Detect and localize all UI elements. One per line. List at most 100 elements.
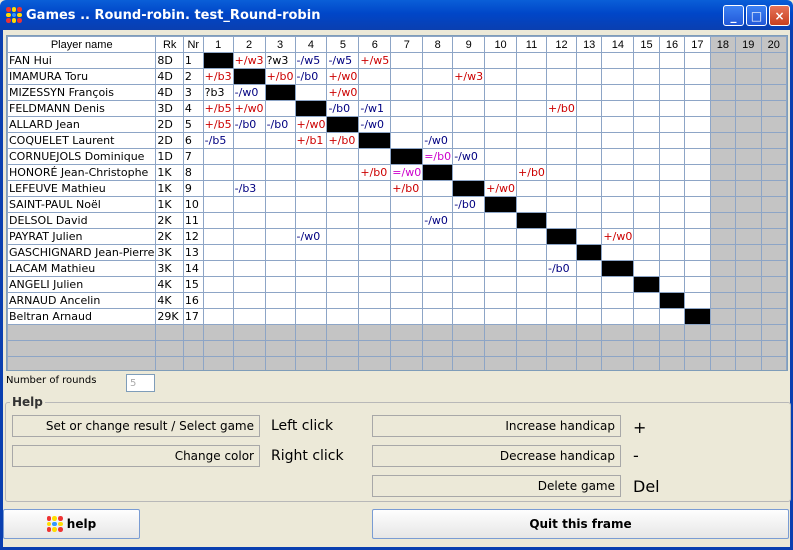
result-cell[interactable]: [546, 244, 577, 261]
player-name-cell[interactable]: FAN Hui: [7, 52, 157, 69]
result-cell[interactable]: [294, 196, 328, 213]
result-cell[interactable]: [633, 148, 660, 165]
player-number-cell[interactable]: 15: [182, 276, 204, 293]
result-cell[interactable]: [484, 132, 518, 149]
result-cell[interactable]: +/b3: [202, 68, 234, 85]
result-cell[interactable]: [633, 260, 660, 277]
help-button[interactable]: help: [3, 509, 140, 539]
player-number-cell[interactable]: 17: [182, 308, 204, 325]
player-number-cell[interactable]: 4: [182, 100, 204, 117]
player-rank-cell[interactable]: 3K: [155, 244, 184, 261]
result-cell[interactable]: [422, 228, 454, 245]
player-row[interactable]: GASCHIGNARD Jean-Pierre 3K 13: [7, 244, 787, 261]
result-cell[interactable]: [326, 292, 360, 309]
result-cell[interactable]: [575, 52, 603, 69]
result-cell[interactable]: [575, 196, 603, 213]
result-cell[interactable]: [326, 308, 360, 325]
result-cell[interactable]: [601, 292, 635, 309]
result-cell[interactable]: [264, 276, 296, 293]
player-number-cell[interactable]: 14: [182, 260, 204, 277]
result-cell[interactable]: [422, 308, 454, 325]
result-cell[interactable]: -/b5: [202, 132, 234, 149]
result-cell[interactable]: [633, 180, 660, 197]
result-cell[interactable]: [575, 164, 603, 181]
result-cell[interactable]: [326, 244, 360, 261]
result-cell[interactable]: [575, 180, 603, 197]
player-row[interactable]: HONORÉ Jean-Christophe 1K 8 +/b0 =/w0 +/b0: [7, 164, 787, 181]
result-cell[interactable]: [232, 276, 266, 293]
result-cell[interactable]: +/b0: [546, 100, 577, 117]
result-cell[interactable]: =/w0: [390, 164, 424, 181]
result-cell[interactable]: [484, 308, 518, 325]
player-number-cell[interactable]: 3: [182, 84, 204, 101]
result-cell[interactable]: [546, 164, 577, 181]
player-rank-cell[interactable]: 2D: [155, 116, 184, 133]
result-cell[interactable]: -/b0: [452, 196, 486, 213]
result-cell[interactable]: -/w1: [358, 100, 392, 117]
result-cell[interactable]: [601, 164, 635, 181]
result-cell[interactable]: [294, 180, 328, 197]
result-cell[interactable]: [264, 260, 296, 277]
result-cell[interactable]: -/b0: [294, 68, 328, 85]
result-cell[interactable]: [684, 276, 711, 293]
result-cell[interactable]: [202, 244, 234, 261]
result-cell[interactable]: [294, 148, 328, 165]
result-cell[interactable]: +/w5: [358, 52, 392, 69]
result-cell[interactable]: [326, 148, 360, 165]
result-cell[interactable]: [658, 260, 686, 277]
result-cell[interactable]: [422, 100, 454, 117]
player-number-cell[interactable]: 2: [182, 68, 204, 85]
result-cell[interactable]: [358, 228, 392, 245]
result-cell[interactable]: [202, 148, 234, 165]
maximize-button[interactable]: □: [746, 5, 767, 26]
result-cell[interactable]: -/w0: [422, 132, 454, 149]
result-cell[interactable]: [232, 244, 266, 261]
result-cell[interactable]: [232, 260, 266, 277]
result-cell[interactable]: [516, 260, 547, 277]
result-cell[interactable]: [422, 68, 454, 85]
player-number-cell[interactable]: 7: [182, 148, 204, 165]
result-cell[interactable]: [294, 260, 328, 277]
result-cell[interactable]: [202, 260, 234, 277]
result-cell[interactable]: [575, 260, 603, 277]
result-cell[interactable]: [601, 180, 635, 197]
player-rank-cell[interactable]: 4D: [155, 84, 184, 101]
result-cell[interactable]: [390, 212, 424, 229]
result-cell[interactable]: [575, 308, 603, 325]
result-cell[interactable]: [264, 100, 296, 117]
result-cell[interactable]: [633, 132, 660, 149]
rounds-input[interactable]: 5: [126, 374, 155, 392]
result-cell[interactable]: [601, 52, 635, 69]
player-row[interactable]: PAYRAT Julien 2K 12 -/w0 +/w0: [7, 228, 787, 245]
player-rank-cell[interactable]: 2K: [155, 212, 184, 229]
delete-game-button[interactable]: Delete game: [372, 475, 621, 497]
player-row[interactable]: ARNAUD Ancelin 4K 16: [7, 292, 787, 309]
result-cell[interactable]: [358, 308, 392, 325]
result-cell[interactable]: -/b0: [326, 100, 360, 117]
result-cell[interactable]: -/w0: [358, 116, 392, 133]
result-cell[interactable]: [390, 132, 424, 149]
player-name-cell[interactable]: ALLARD Jean: [7, 116, 157, 133]
result-cell[interactable]: [484, 100, 518, 117]
result-cell[interactable]: [684, 260, 711, 277]
result-cell[interactable]: [516, 308, 547, 325]
result-cell[interactable]: [452, 276, 486, 293]
result-cell[interactable]: [294, 292, 328, 309]
result-cell[interactable]: [601, 196, 635, 213]
result-cell[interactable]: [390, 244, 424, 261]
result-cell[interactable]: [658, 308, 686, 325]
result-cell[interactable]: +/w3: [232, 52, 266, 69]
result-cell[interactable]: +/w0: [484, 180, 518, 197]
result-cell[interactable]: [546, 148, 577, 165]
result-cell[interactable]: [484, 148, 518, 165]
result-cell[interactable]: [326, 260, 360, 277]
result-cell[interactable]: [658, 228, 686, 245]
result-cell[interactable]: [232, 148, 266, 165]
result-cell[interactable]: +/w0: [326, 84, 360, 101]
result-cell[interactable]: [232, 292, 266, 309]
result-cell[interactable]: [684, 100, 711, 117]
result-cell[interactable]: [390, 260, 424, 277]
result-cell[interactable]: [202, 196, 234, 213]
result-cell[interactable]: [546, 52, 577, 69]
player-row[interactable]: IMAMURA Toru 4D 2 +/b3 +/b0 -/b0 +/w0 +/w3: [7, 68, 787, 85]
